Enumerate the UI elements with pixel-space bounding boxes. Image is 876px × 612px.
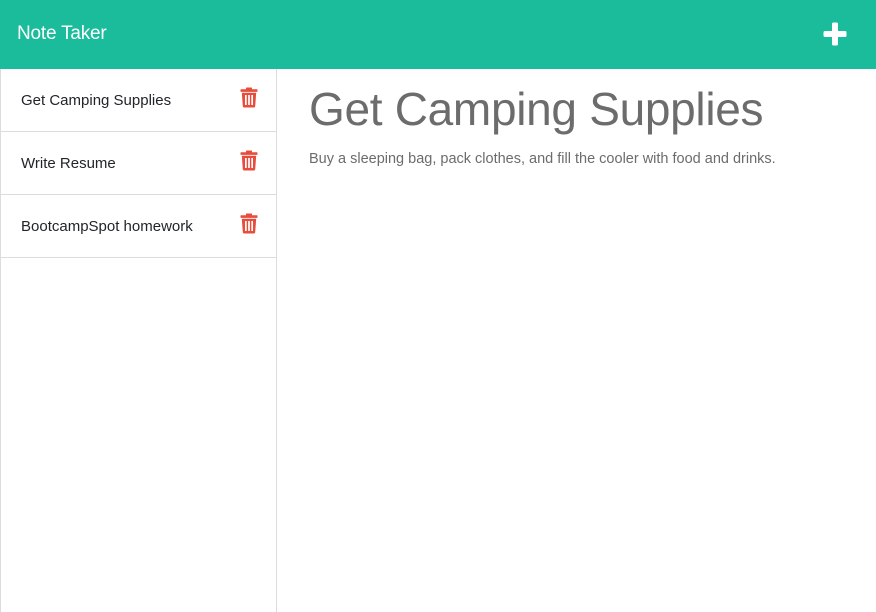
list-item[interactable]: Get Camping Supplies [1, 69, 276, 132]
list-item[interactable]: Write Resume [1, 132, 276, 195]
note-text[interactable]: Buy a sleeping bag, pack clothes, and fi… [309, 150, 776, 168]
list-item-label: Get Camping Supplies [21, 92, 172, 109]
app-title[interactable]: Note Taker [17, 23, 107, 45]
trash-icon [240, 213, 258, 234]
trash-icon [240, 87, 258, 108]
new-note-button[interactable] [818, 17, 852, 51]
plus-icon [823, 22, 847, 46]
list-item-label: BootcampSpot homework [21, 218, 193, 235]
list-item[interactable]: BootcampSpot homework [1, 195, 276, 258]
note-title[interactable]: Get Camping Supplies [309, 83, 764, 135]
navbar: Note Taker [0, 0, 876, 69]
note-list: Get Camping Supplies Write Resume Bootca… [0, 69, 277, 612]
delete-note-button[interactable] [240, 87, 258, 108]
list-item-label: Write Resume [21, 155, 116, 172]
delete-note-button[interactable] [240, 213, 258, 234]
delete-note-button[interactable] [240, 150, 258, 171]
trash-icon [240, 150, 258, 171]
note-editor: Get Camping Supplies Buy a sleeping bag,… [277, 69, 876, 612]
